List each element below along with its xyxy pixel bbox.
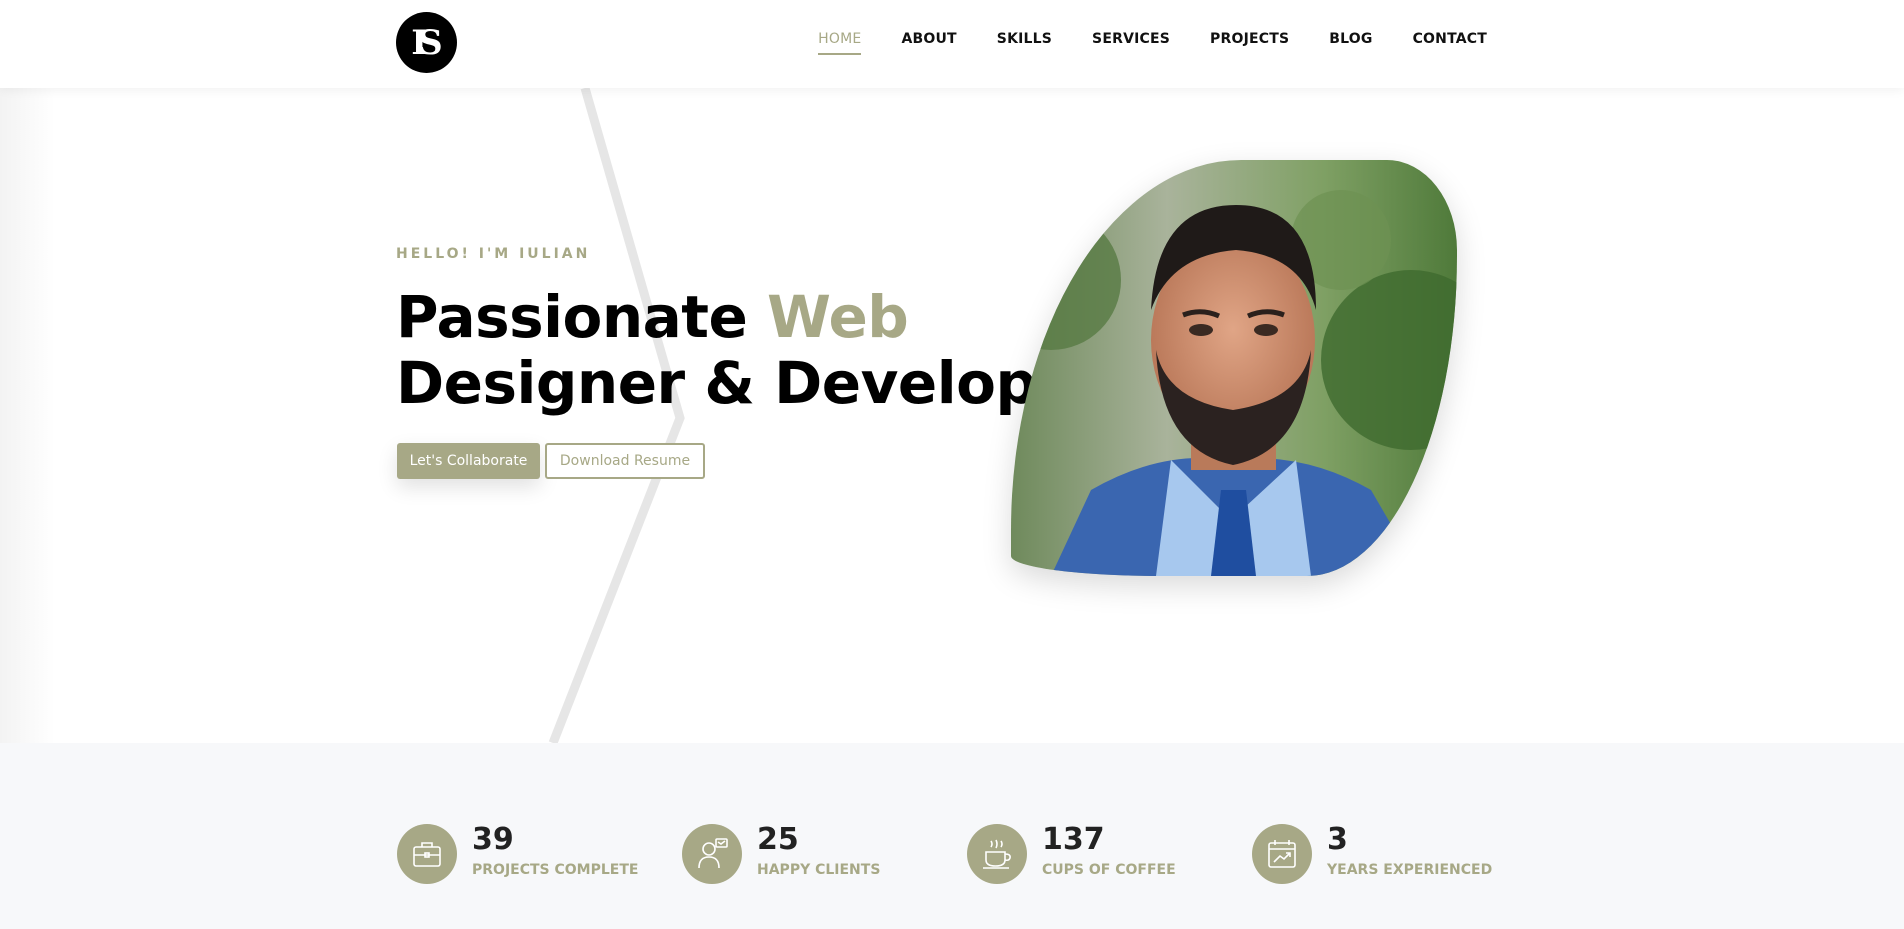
- hero-title-accent: Web: [767, 283, 909, 351]
- stat-coffee-label: CUPS OF COFFEE: [1042, 862, 1176, 878]
- nav-projects[interactable]: PROJECTS: [1210, 31, 1289, 55]
- collaborate-button[interactable]: Let's Collaborate: [397, 443, 540, 479]
- hero-kicker: HELLO! I'M IULIAN: [396, 246, 591, 262]
- nav-home[interactable]: HOME: [818, 31, 862, 55]
- hero-title: Passionate Web Designer & Developer: [396, 283, 1104, 417]
- stat-clients-number: 25: [757, 822, 799, 857]
- stat-years-number: 3: [1327, 822, 1348, 857]
- download-resume-button[interactable]: Download Resume: [545, 443, 705, 479]
- hero-title-part1: Passionate: [396, 283, 768, 351]
- hero-portrait: [1011, 160, 1457, 576]
- nav-services[interactable]: SERVICES: [1092, 31, 1170, 55]
- stat-years-label: YEARS EXPERIENCED: [1327, 862, 1493, 878]
- hero-title-line2: Designer & Developer: [396, 349, 1104, 417]
- stat-coffee-number: 137: [1042, 822, 1105, 857]
- calendar-chart-icon: [1252, 824, 1312, 884]
- nav-skills[interactable]: SKILLS: [997, 31, 1052, 55]
- hero-left-shade: [0, 88, 55, 743]
- nav-contact[interactable]: CONTACT: [1413, 31, 1487, 55]
- nav-blog[interactable]: BLOG: [1329, 31, 1372, 55]
- main-nav: HOME ABOUT SKILLS SERVICES PROJECTS BLOG…: [818, 31, 1487, 55]
- briefcase-icon: [397, 824, 457, 884]
- stats-section: 39 PROJECTS COMPLETE 25 HAPPY CLIENTS 13…: [0, 743, 1904, 929]
- stat-projects-label: PROJECTS COMPLETE: [472, 862, 639, 878]
- coffee-icon: [967, 824, 1027, 884]
- client-icon: [682, 824, 742, 884]
- portrait-image: [1011, 160, 1457, 576]
- hero-section: HELLO! I'M IULIAN Passionate Web Designe…: [0, 88, 1904, 743]
- stat-projects-number: 39: [472, 822, 514, 857]
- nav-about[interactable]: ABOUT: [901, 31, 956, 55]
- site-logo[interactable]: IS: [396, 12, 457, 73]
- site-header: IS HOME ABOUT SKILLS SERVICES PROJECTS B…: [0, 0, 1904, 88]
- logo-text: IS: [411, 22, 443, 63]
- stat-clients-label: HAPPY CLIENTS: [757, 862, 881, 878]
